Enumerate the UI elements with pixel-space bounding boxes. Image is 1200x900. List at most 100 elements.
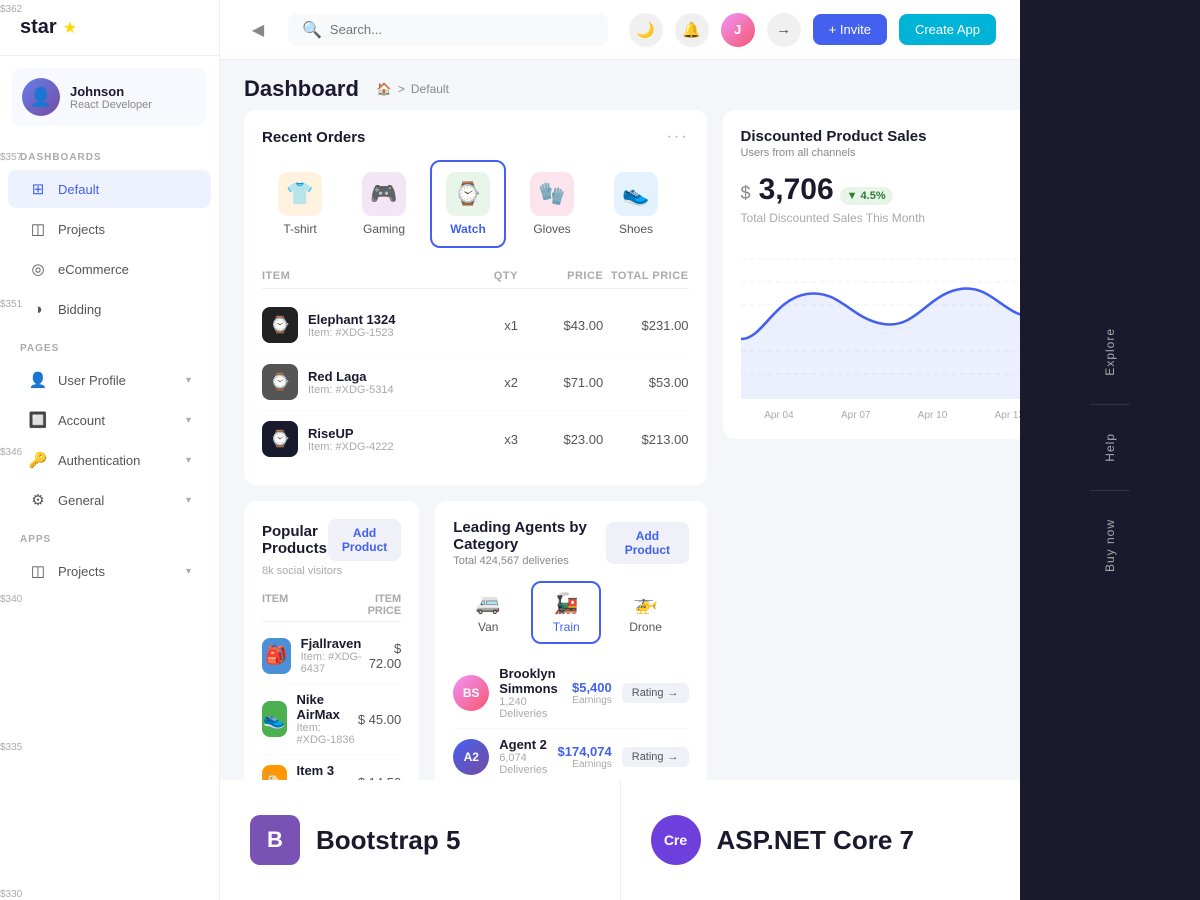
- amount-value: 3,706: [759, 173, 834, 207]
- topbar: ◀ 🔍 🌙 🔔 J → + Invite Create App: [220, 0, 1020, 60]
- table-header: ITEM ITEM PRICE: [262, 589, 401, 622]
- agent-avatar: BS: [453, 675, 489, 711]
- order-categories: 👕 T-shirt 🎮 Gaming ⌚ Watch: [262, 160, 689, 248]
- category-gloves[interactable]: 🧤 Gloves: [514, 160, 590, 248]
- category-label: Shoes: [619, 222, 653, 236]
- category-label: Gloves: [533, 222, 570, 236]
- total-cell: $231.00: [603, 318, 688, 333]
- sales-amount: $ 3,706 ▼ 4.5%: [741, 173, 1020, 207]
- bootstrap-letter: B: [267, 827, 283, 853]
- card-title: Leading Agents by Category: [453, 519, 606, 553]
- topbar-right: 🌙 🔔 J → + Invite Create App: [629, 13, 996, 47]
- recent-orders-card: Recent Orders ··· 👕 T-shirt 🎮 Gaming: [244, 110, 707, 485]
- bootstrap-icon: B: [250, 815, 300, 865]
- arrow-icon[interactable]: →: [767, 13, 801, 47]
- category-tshirt[interactable]: 👕 T-shirt: [262, 160, 338, 248]
- table-row: ⌚ Red Laga Item: #XDG-5314 x2 $71.00 $53…: [262, 354, 689, 411]
- banner-overlay: B Bootstrap 5 Cre ASP.NET Core 7: [220, 780, 1020, 900]
- sidebar-toggle-button[interactable]: ◀: [244, 16, 272, 44]
- panel-divider: [1090, 404, 1130, 405]
- card-header: Leading Agents by Category Total 424,567…: [453, 519, 688, 567]
- category-watch[interactable]: ⌚ Watch: [430, 160, 506, 248]
- total-cell: $53.00: [603, 375, 688, 390]
- sidebar-item-label: Projects: [58, 564, 105, 579]
- product-row: 🎒 Fjallraven Item: #XDG-6437 $ 72.00: [262, 628, 401, 684]
- user-role: React Developer: [70, 99, 152, 111]
- category-shoes[interactable]: 👟 Shoes: [598, 160, 674, 248]
- agent-name: Brooklyn Simmons: [499, 666, 562, 696]
- left-column: Recent Orders ··· 👕 T-shirt 🎮 Gaming: [244, 110, 707, 859]
- explore-button[interactable]: Explore: [1095, 320, 1125, 384]
- top-user-avatar[interactable]: J: [721, 13, 755, 47]
- item-info: ⌚ RiseUP Item: #XDG-4222: [262, 421, 433, 457]
- bootstrap-banner: B Bootstrap 5: [220, 780, 620, 900]
- popular-products-subtitle: 8k social visitors: [262, 565, 401, 577]
- card-header: Popular Products Add Product: [262, 519, 401, 561]
- product-image: 🎒: [262, 638, 291, 674]
- rating-label: Rating: [632, 687, 664, 699]
- add-product2-button[interactable]: Add Product: [606, 522, 688, 564]
- card-subtitle: Users from all channels: [741, 147, 927, 159]
- agent-category-tabs: 🚐 Van 🚂 Train 🚁 Drone: [453, 581, 688, 644]
- item-info: ⌚ Elephant 1324 Item: #XDG-1523: [262, 307, 433, 343]
- chart-description: Total Discounted Sales This Month: [741, 211, 1020, 225]
- sidebar-item-label: Account: [58, 413, 105, 428]
- notification-button[interactable]: 🔔: [675, 13, 709, 47]
- help-button[interactable]: Help: [1095, 425, 1125, 470]
- aspnet-letter: Cre: [664, 832, 687, 848]
- train-icon: 🚂: [554, 591, 579, 616]
- rating-button[interactable]: Rating →: [622, 683, 689, 703]
- category-gaming[interactable]: 🎮 Gaming: [346, 160, 422, 248]
- currency-symbol: $: [741, 183, 751, 204]
- shoes-icon: 👟: [614, 172, 658, 216]
- add-product-button[interactable]: Add Product: [328, 519, 401, 561]
- sales-chart: [741, 239, 1020, 399]
- sidebar-item-label: Projects: [58, 222, 105, 237]
- card-header: Recent Orders ···: [262, 128, 689, 146]
- item-name: Red Laga: [308, 369, 394, 384]
- breadcrumb-separator: >: [398, 82, 405, 96]
- agent-tab-drone[interactable]: 🚁 Drone: [609, 581, 682, 644]
- qty-cell: x1: [433, 318, 518, 333]
- product-row: 👟 Nike AirMax Item: #XDG-1836 $ 45.00: [262, 684, 401, 755]
- item-image: ⌚: [262, 307, 298, 343]
- agent-deliveries: 6,074 Deliveries: [499, 752, 547, 776]
- chevron-down-icon: ▾: [186, 375, 191, 386]
- aspnet-banner: Cre ASP.NET Core 7: [620, 780, 1021, 900]
- trend-icon: ▼: [847, 190, 858, 202]
- chevron-down-icon: ▾: [186, 455, 191, 466]
- category-label: T-shirt: [283, 222, 316, 236]
- invite-button[interactable]: + Invite: [813, 14, 887, 45]
- table-row: ⌚ RiseUP Item: #XDG-4222 x3 $23.00 $213.…: [262, 411, 689, 467]
- earnings-label: Earnings: [558, 759, 612, 770]
- sidebar-item-label: Authentication: [58, 453, 140, 468]
- product-image: 👟: [262, 701, 287, 737]
- agent-tab-van[interactable]: 🚐 Van: [453, 581, 523, 644]
- user-profile-card[interactable]: 👤 Johnson React Developer: [12, 68, 207, 126]
- card-header: Discounted Product Sales Users from all …: [741, 128, 1020, 159]
- x-label: Apr 10: [918, 410, 947, 421]
- search-input[interactable]: [330, 22, 594, 37]
- right-panel: Explore Help Buy now: [1020, 0, 1200, 900]
- col-price: PRICE: [518, 270, 603, 282]
- total-cell: $213.00: [603, 432, 688, 447]
- x-label: Apr 07: [841, 410, 870, 421]
- rating-button[interactable]: Rating →: [622, 747, 689, 767]
- gaming-icon: 🎮: [362, 172, 406, 216]
- theme-toggle-button[interactable]: 🌙: [629, 13, 663, 47]
- page-title: Dashboard: [244, 76, 359, 102]
- agent-avatar: A2: [453, 739, 489, 775]
- create-app-button[interactable]: Create App: [899, 14, 996, 45]
- category-label: Gaming: [363, 222, 405, 236]
- col-item: ITEM: [262, 593, 355, 617]
- card-menu-button[interactable]: ···: [667, 128, 689, 146]
- tshirt-icon: 👕: [278, 172, 322, 216]
- user-name: Johnson: [70, 84, 152, 99]
- col-item: ITEM: [262, 270, 433, 282]
- discounted-sales-card: Discounted Product Sales Users from all …: [723, 110, 1020, 439]
- van-icon: 🚐: [476, 591, 501, 616]
- user-info: Johnson React Developer: [70, 84, 152, 111]
- buy-now-button[interactable]: Buy now: [1095, 511, 1125, 580]
- agent-tab-train[interactable]: 🚂 Train: [531, 581, 601, 644]
- bootstrap-title: Bootstrap 5: [316, 825, 460, 856]
